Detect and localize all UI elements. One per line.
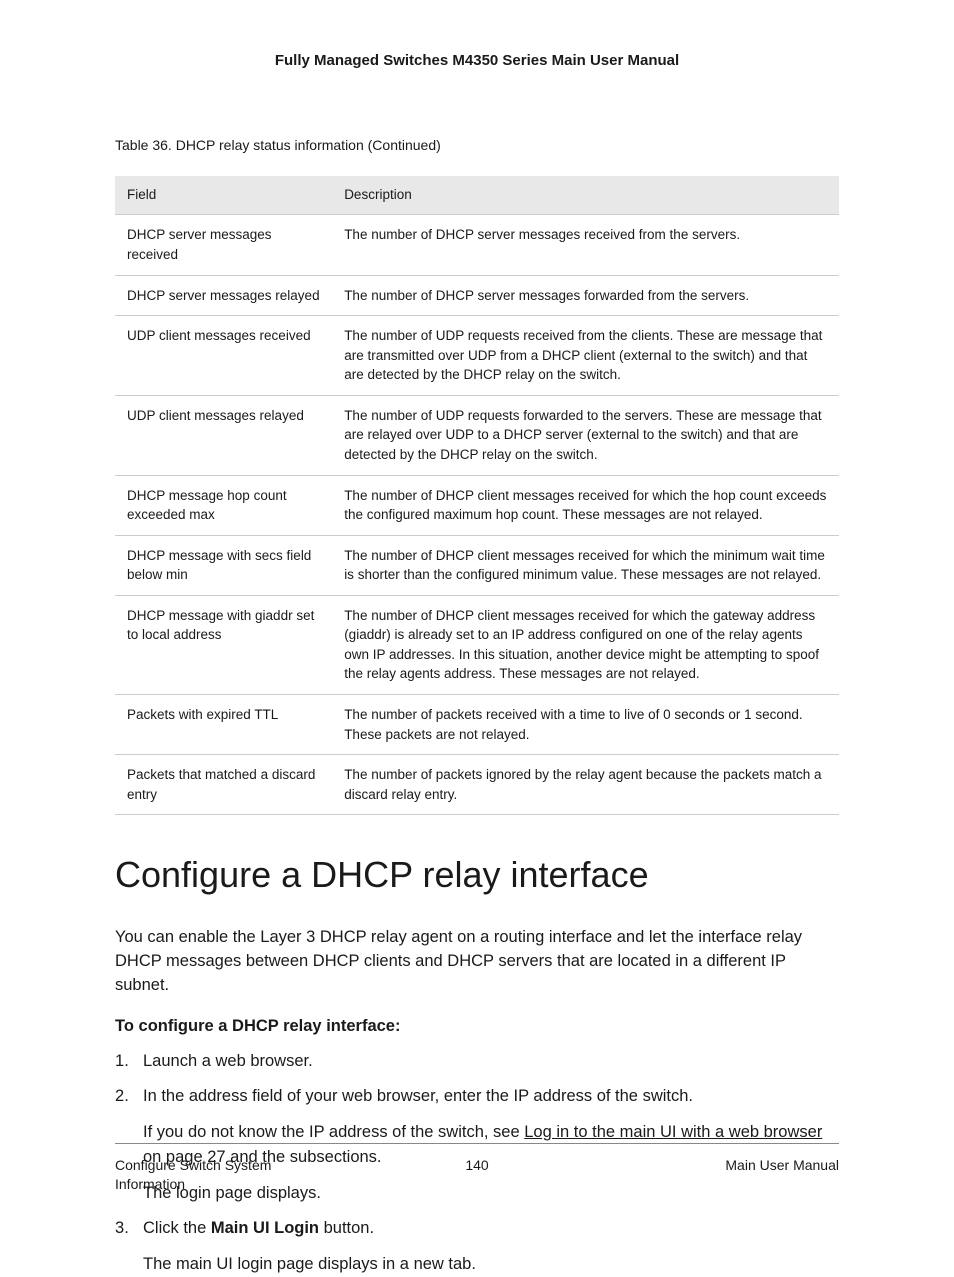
- table-cell-field: DHCP message with giaddr set to local ad…: [115, 595, 332, 694]
- table-cell-description: The number of packets ignored by the rel…: [332, 755, 839, 815]
- table-row: DHCP message with giaddr set to local ad…: [115, 595, 839, 694]
- table-row: DHCP server messages relayed The number …: [115, 275, 839, 316]
- table-cell-description: The number of DHCP server messages forwa…: [332, 275, 839, 316]
- footer-section-title: Configure Switch System Information: [115, 1156, 315, 1195]
- table-cell-description: The number of DHCP server messages recei…: [332, 215, 839, 275]
- table-row: UDP client messages received The number …: [115, 316, 839, 396]
- table-cell-field: UDP client messages relayed: [115, 395, 332, 475]
- footer-document-title: Main User Manual: [639, 1156, 839, 1195]
- step-sub-text: The main UI login page displays in a new…: [143, 1252, 839, 1277]
- table-caption: Table 36. DHCP relay status information …: [115, 136, 839, 156]
- table-cell-field: Packets that matched a discard entry: [115, 755, 332, 815]
- table-row: Packets with expired TTL The number of p…: [115, 695, 839, 755]
- table-cell-description: The number of UDP requests forwarded to …: [332, 395, 839, 475]
- table-row: DHCP message with secs field below min T…: [115, 535, 839, 595]
- table-row: UDP client messages relayed The number o…: [115, 395, 839, 475]
- list-item: Click the Main UI Login button. The main…: [115, 1216, 839, 1277]
- table-cell-description: The number of UDP requests received from…: [332, 316, 839, 396]
- list-item: Launch a web browser.: [115, 1049, 839, 1075]
- table-row: Packets that matched a discard entry The…: [115, 755, 839, 815]
- step-sub-prefix: If you do not know the IP address of the…: [143, 1123, 524, 1141]
- procedure-sub-heading: To configure a DHCP relay interface:: [115, 1015, 839, 1038]
- table-cell-field: DHCP server messages relayed: [115, 275, 332, 316]
- table-cell-field: UDP client messages received: [115, 316, 332, 396]
- cross-reference-link[interactable]: Log in to the main UI with a web browser: [524, 1123, 822, 1141]
- section-heading: Configure a DHCP relay interface: [115, 850, 839, 900]
- table-cell-description: The number of packets received with a ti…: [332, 695, 839, 755]
- page-footer: Configure Switch System Information 140 …: [115, 1143, 839, 1195]
- table-header-field: Field: [115, 176, 332, 215]
- table-header-description: Description: [332, 176, 839, 215]
- table-cell-description: The number of DHCP client messages recei…: [332, 475, 839, 535]
- step-text: In the address field of your web browser…: [143, 1087, 693, 1105]
- section-intro-paragraph: You can enable the Layer 3 DHCP relay ag…: [115, 926, 839, 998]
- footer-page-number: 140: [315, 1156, 639, 1195]
- table-cell-field: DHCP server messages received: [115, 215, 332, 275]
- dhcp-relay-status-table: Field Description DHCP server messages r…: [115, 176, 839, 816]
- table-cell-description: The number of DHCP client messages recei…: [332, 535, 839, 595]
- table-row: DHCP message hop count exceeded max The …: [115, 475, 839, 535]
- table-cell-description: The number of DHCP client messages recei…: [332, 595, 839, 694]
- table-row: DHCP server messages received The number…: [115, 215, 839, 275]
- step-text: Launch a web browser.: [143, 1052, 313, 1070]
- table-cell-field: DHCP message hop count exceeded max: [115, 475, 332, 535]
- table-cell-field: DHCP message with secs field below min: [115, 535, 332, 595]
- page-header-title: Fully Managed Switches M4350 Series Main…: [115, 50, 839, 71]
- table-cell-field: Packets with expired TTL: [115, 695, 332, 755]
